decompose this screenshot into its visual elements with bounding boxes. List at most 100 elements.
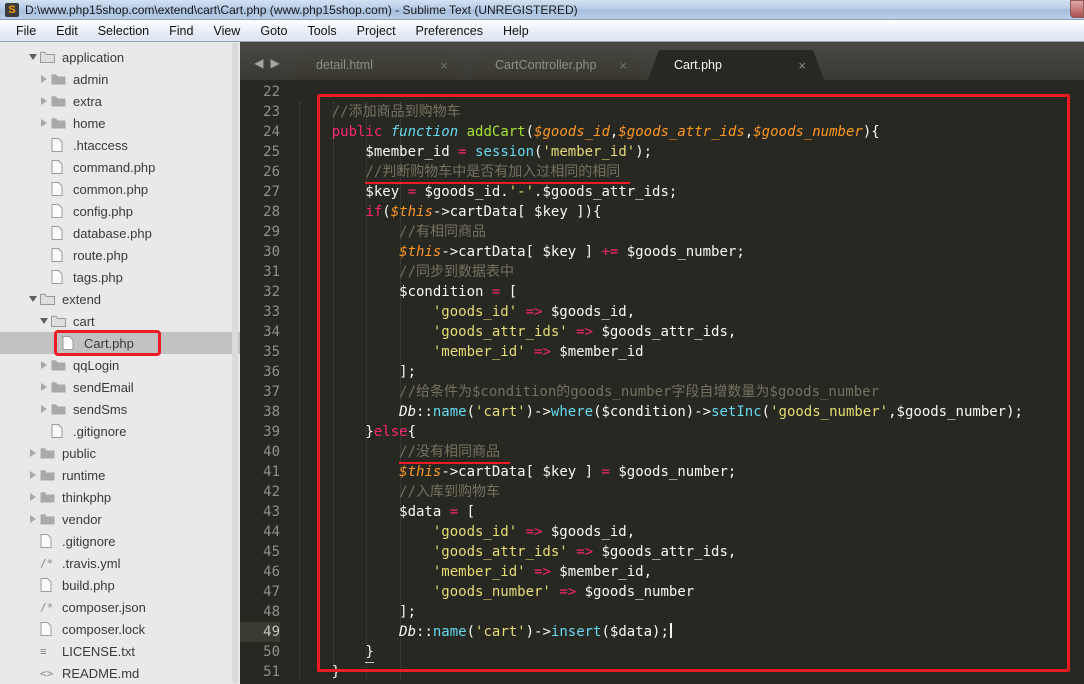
sidebar-item-gitignore[interactable]: .gitignore	[0, 420, 240, 442]
chevron-down-icon[interactable]	[26, 54, 40, 60]
code-text: 'goods_attr_ids' => $goods_attr_ids,	[432, 324, 737, 340]
sidebar-item-vendor[interactable]: vendor	[0, 508, 240, 530]
line-number: 43	[263, 504, 280, 520]
tab-close-icon[interactable]: ×	[798, 58, 806, 73]
chevron-right-icon[interactable]	[37, 75, 51, 83]
chevron-right-icon[interactable]	[37, 119, 51, 127]
line-number: 41	[263, 464, 280, 480]
sidebar-item-gitignore[interactable]: .gitignore	[0, 530, 240, 552]
sidebar-item-readme-md[interactable]: <> README.md	[0, 662, 240, 684]
sidebar-item-runtime[interactable]: runtime	[0, 464, 240, 486]
window-close-button[interactable]	[1070, 0, 1084, 18]
code-text: $this->cartData[ $key ] += $goods_number…	[399, 244, 745, 260]
markup-icon: <>	[40, 666, 54, 680]
tab-bar: ◀ ▶ detail.html × CartController.php × Cart.…	[240, 42, 1084, 80]
code-text: $this->cartData[ $key ] = $goods_number;	[399, 464, 737, 480]
folder-icon	[51, 73, 72, 85]
menu-help[interactable]: Help	[493, 21, 539, 41]
sidebar-item-htaccess[interactable]: .htaccess	[0, 134, 240, 156]
sidebar-item-composer-lock[interactable]: composer.lock	[0, 618, 240, 640]
sidebar-item-route-php[interactable]: route.php	[0, 244, 240, 266]
sidebar-item-cart[interactable]: cart	[0, 310, 240, 332]
chevron-right-icon[interactable]	[37, 383, 51, 391]
code-text: $data = [	[298, 504, 476, 520]
tab-scroll-left-icon[interactable]: ◀	[254, 56, 263, 70]
sidebar-item-label: command.php	[73, 159, 156, 175]
menu-project[interactable]: Project	[347, 21, 406, 41]
chevron-down-icon[interactable]	[37, 318, 51, 324]
menu-view[interactable]: View	[203, 21, 250, 41]
sidebar-item-label: sendSms	[73, 401, 128, 417]
sidebar-item-sendsms[interactable]: sendSms	[0, 398, 240, 420]
sidebar-item-admin[interactable]: admin	[0, 68, 240, 90]
chevron-right-icon[interactable]	[37, 361, 51, 369]
tab-cart-php[interactable]: Cart.php ×	[648, 50, 824, 80]
file-icon	[51, 204, 72, 218]
sidebar-item-common-php[interactable]: common.php	[0, 178, 240, 200]
chevron-right-icon[interactable]	[26, 471, 40, 479]
menu-find[interactable]: Find	[159, 21, 203, 41]
sidebar-item-label: runtime	[62, 467, 106, 483]
indent-guide	[366, 102, 367, 682]
line-number: 40	[263, 444, 280, 460]
tab-close-icon[interactable]: ×	[440, 58, 448, 73]
line-number: 31	[263, 264, 280, 280]
menu-file[interactable]: File	[6, 21, 46, 41]
file-icon	[40, 578, 61, 592]
sidebar-item-thinkphp[interactable]: thinkphp	[0, 486, 240, 508]
sidebar-item-tags-php[interactable]: tags.php	[0, 266, 240, 288]
file-icon	[51, 138, 72, 152]
sidebar-item-public[interactable]: public	[0, 442, 240, 464]
menu-selection[interactable]: Selection	[88, 21, 159, 41]
code-area[interactable]: 22 23 //添加商品到购物车 24 public function addCar…	[240, 80, 1084, 684]
folder-icon	[51, 403, 72, 415]
menu-goto[interactable]: Goto	[250, 21, 297, 41]
chevron-right-icon[interactable]	[37, 97, 51, 105]
line-number: 46	[263, 564, 280, 580]
chevron-right-icon[interactable]	[37, 405, 51, 413]
file-icon	[40, 534, 61, 548]
tab-close-icon[interactable]: ×	[619, 58, 627, 73]
sidebar-item-extra[interactable]: extra	[0, 90, 240, 112]
sidebar-item-cart-php[interactable]: Cart.php	[0, 332, 240, 354]
menu-preferences[interactable]: Preferences	[406, 21, 493, 41]
line-number: 34	[263, 324, 280, 340]
folder-icon	[51, 315, 72, 327]
menu-edit[interactable]: Edit	[46, 21, 88, 41]
code-text: }else{	[298, 424, 417, 440]
sidebar-item-command-php[interactable]: command.php	[0, 156, 240, 178]
folder-icon	[40, 513, 61, 525]
sidebar-item-sendemail[interactable]: sendEmail	[0, 376, 240, 398]
sidebar-item-config-php[interactable]: config.php	[0, 200, 240, 222]
sidebar-item-home[interactable]: home	[0, 112, 240, 134]
sidebar-item-label: thinkphp	[62, 489, 112, 505]
folder-icon	[51, 117, 72, 129]
chevron-right-icon[interactable]	[26, 493, 40, 501]
chevron-down-icon[interactable]	[26, 296, 40, 302]
tab-detail-html[interactable]: detail.html ×	[290, 50, 466, 80]
sidebar-item-extend[interactable]: extend	[0, 288, 240, 310]
sidebar-item-application[interactable]: application	[0, 46, 240, 68]
chevron-right-icon[interactable]	[26, 515, 40, 523]
sidebar-item-label: config.php	[73, 203, 133, 219]
tab-scroll-right-icon[interactable]: ▶	[271, 56, 280, 70]
sidebar-item-database-php[interactable]: database.php	[0, 222, 240, 244]
menu-bar: File Edit Selection Find View Goto Tools Projec…	[0, 20, 1084, 42]
sidebar-item-label: common.php	[73, 181, 149, 197]
sidebar-item-label: public	[62, 445, 96, 461]
menu-tools[interactable]: Tools	[297, 21, 346, 41]
code-line-22[interactable]: 22	[240, 82, 1084, 102]
text-cursor	[669, 623, 672, 638]
line-number: 29	[263, 224, 280, 240]
chevron-right-icon[interactable]	[26, 449, 40, 457]
sidebar-item-composer-json[interactable]: /* composer.json	[0, 596, 240, 618]
code-text: $member_id = session('member_id');	[298, 144, 653, 160]
line-number: 47	[263, 584, 280, 600]
sidebar-item-label: admin	[73, 71, 109, 87]
sidebar-item-travis-yml[interactable]: /* .travis.yml	[0, 552, 240, 574]
tab-cartcontroller-php[interactable]: CartController.php ×	[469, 50, 645, 80]
sidebar-scrollbar[interactable]	[232, 42, 238, 684]
sidebar-item-build-php[interactable]: build.php	[0, 574, 240, 596]
sidebar-item-qqlogin[interactable]: qqLogin	[0, 354, 240, 376]
sidebar-item-license-txt[interactable]: ≡ LICENSE.txt	[0, 640, 240, 662]
